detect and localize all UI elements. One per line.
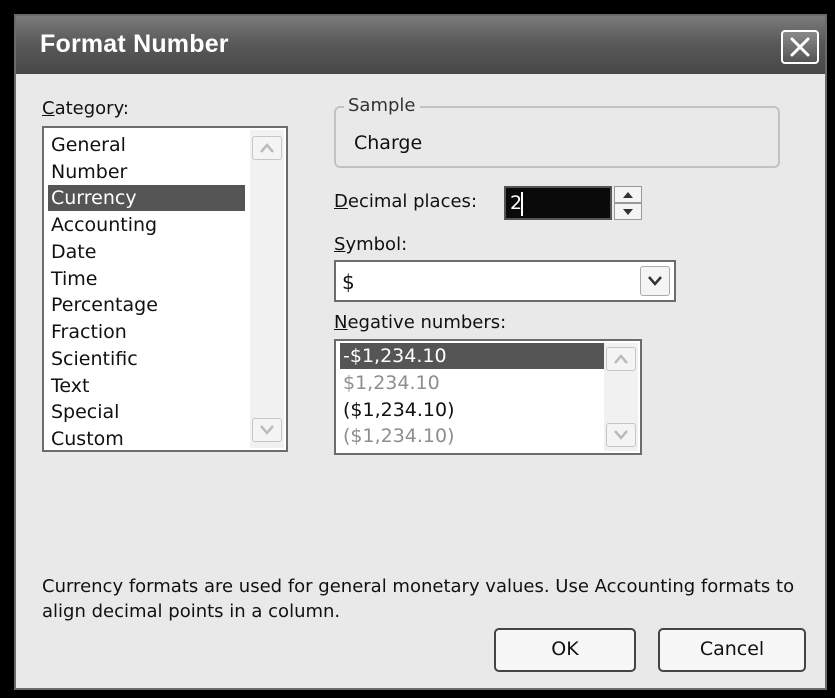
category-item-time[interactable]: Time — [48, 266, 245, 292]
negative-numbers-label-rest: egative numbers: — [347, 312, 507, 333]
chevron-down-icon — [260, 425, 274, 435]
ok-button[interactable]: OK — [494, 628, 636, 672]
close-icon — [790, 37, 810, 57]
symbol-label-rest: ymbol: — [345, 234, 408, 255]
decimal-decrease-button[interactable] — [614, 203, 642, 220]
category-scroll-down-button[interactable] — [252, 418, 282, 442]
symbol-label: Symbol: — [334, 234, 408, 255]
category-item-fraction[interactable]: Fraction — [48, 319, 245, 345]
format-number-dialog: Format Number Category: General Number C… — [14, 14, 827, 690]
title-bar[interactable]: Format Number — [16, 16, 825, 74]
triangle-down-icon — [623, 209, 633, 215]
description-text: Currency formats are used for general mo… — [42, 576, 795, 622]
negative-numbers-scrollbar[interactable] — [604, 343, 638, 451]
dialog-title: Format Number — [40, 30, 229, 58]
text-caret — [521, 192, 523, 216]
symbol-dropdown-button[interactable] — [640, 266, 670, 296]
category-item-special[interactable]: Special — [48, 399, 245, 425]
negative-scroll-up-button[interactable] — [606, 347, 636, 371]
symbol-select[interactable]: $ — [334, 260, 676, 302]
category-scrollbar[interactable] — [250, 130, 284, 448]
decimal-places-spinner[interactable] — [614, 186, 642, 220]
category-item-scientific[interactable]: Scientific — [48, 346, 245, 372]
negative-format-item-parentheses-red[interactable]: ($1,234.10) — [340, 423, 607, 449]
category-item-general[interactable]: General — [48, 132, 245, 158]
decimal-places-label: Decimal places: — [334, 191, 478, 212]
category-label-rest: ategory: — [54, 98, 129, 119]
chevron-up-icon — [614, 354, 628, 364]
sample-value: Charge — [354, 132, 423, 154]
category-item-text[interactable]: Text — [48, 373, 245, 399]
negative-numbers-label: Negative numbers: — [334, 312, 507, 333]
category-item-custom[interactable]: Custom — [48, 426, 245, 450]
negative-format-item-parentheses[interactable]: ($1,234.10) — [340, 397, 607, 423]
category-item-date[interactable]: Date — [48, 239, 245, 265]
category-item-accounting[interactable]: Accounting — [48, 212, 245, 238]
cancel-button[interactable]: Cancel — [658, 628, 806, 672]
sample-label: Sample — [344, 95, 420, 116]
symbol-value: $ — [342, 270, 355, 294]
close-button[interactable] — [781, 30, 819, 64]
chevron-down-icon — [614, 430, 628, 440]
decimal-places-input[interactable]: 2 — [504, 186, 612, 220]
decimal-increase-button[interactable] — [614, 186, 642, 203]
triangle-up-icon — [623, 192, 633, 198]
category-item-currency[interactable]: Currency — [48, 185, 245, 211]
negative-format-item-red[interactable]: $1,234.10 — [340, 370, 607, 396]
category-scroll-up-button[interactable] — [252, 136, 282, 160]
category-listbox[interactable]: General Number Currency Accounting Date … — [42, 126, 288, 452]
category-label: Category: — [42, 98, 129, 119]
negative-format-item[interactable]: -$1,234.10 — [340, 343, 607, 369]
category-item-percentage[interactable]: Percentage — [48, 292, 245, 318]
sample-groupbox: Sample Charge — [334, 95, 780, 168]
decimal-places-label-rest: ecimal places: — [347, 191, 478, 212]
category-item-number[interactable]: Number — [48, 159, 245, 185]
negative-numbers-listbox[interactable]: -$1,234.10 $1,234.10 ($1,234.10) ($1,234… — [334, 339, 642, 455]
chevron-down-icon — [648, 276, 662, 286]
chevron-up-icon — [260, 143, 274, 153]
negative-scroll-down-button[interactable] — [606, 423, 636, 447]
